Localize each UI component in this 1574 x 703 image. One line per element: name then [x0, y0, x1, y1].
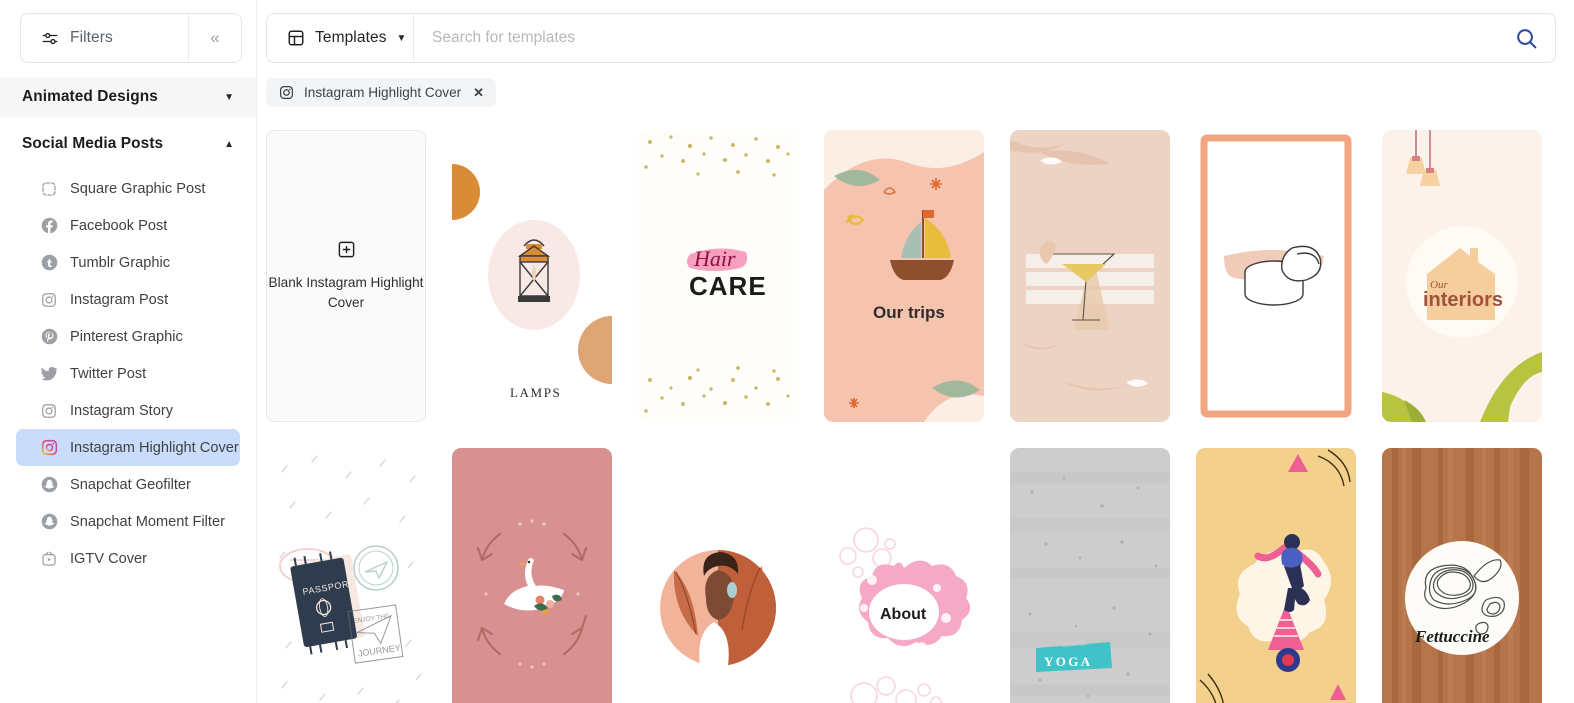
sidebar-item-tumblr-graphic[interactable]: Tumblr Graphic — [16, 244, 240, 281]
template-card-about[interactable]: About — [824, 448, 984, 703]
template-card-yoga[interactable]: YOGA — [1010, 448, 1170, 703]
card-title-our-trips: Our trips — [873, 303, 945, 322]
square-graphic-icon — [40, 180, 58, 198]
template-card-meditation[interactable]: MEDITATION — [1196, 448, 1356, 703]
search-icon[interactable] — [1509, 26, 1543, 51]
filter-chip-instagram-highlight-cover[interactable]: Instagram Highlight Cover ✕ — [266, 78, 497, 107]
grid-layout-icon — [287, 29, 305, 47]
chevron-down-icon: ▼ — [224, 91, 234, 103]
sidebar-item-square-graphic-post[interactable]: Square Graphic Post — [16, 170, 240, 207]
template-card-cream-jar[interactable] — [1196, 130, 1356, 422]
card-title-lamps: LAMPS — [510, 385, 561, 400]
sidebar-item-snapchat-moment-filter[interactable]: Snapchat Moment Filter — [16, 503, 240, 540]
search-toolbar: Templates ▼ — [266, 13, 1556, 63]
card-title-care: CARE — [689, 271, 767, 301]
filters-bar: Filters « — [20, 13, 242, 63]
sidebar-item-pinterest-graphic[interactable]: Pinterest Graphic — [16, 318, 240, 355]
sidebar-item-instagram-highlight-cover[interactable]: Instagram Highlight Cover — [16, 429, 240, 466]
snapchat-icon — [40, 476, 58, 494]
main-panel: Templates ▼ Instagram Highligh — [257, 0, 1574, 703]
igtv-icon — [40, 550, 58, 568]
sidebar-item-label: Facebook Post — [70, 217, 168, 234]
card-title-interiors: interiors — [1423, 289, 1503, 311]
sidebar-group-social-media-posts[interactable]: Social Media Posts ▲ — [0, 122, 256, 166]
sidebar-item-label: Twitter Post — [70, 365, 147, 382]
active-filter-chips: Instagram Highlight Cover ✕ — [266, 78, 1574, 107]
sidebar-item-label: Tumblr Graphic — [70, 254, 171, 271]
template-card-passport[interactable]: PASSPORT ENJOY THE JOURNEY — [266, 448, 426, 703]
snapchat-icon — [40, 513, 58, 531]
template-card-interiors[interactable]: Our interiors — [1382, 130, 1542, 422]
instagram-icon — [40, 291, 58, 309]
blank-card-label: Blank Instagram Highlight Cover — [268, 275, 424, 310]
card-title-about: About — [880, 606, 927, 623]
pinterest-icon — [40, 328, 58, 346]
template-card-woman-leaves[interactable] — [638, 448, 798, 703]
sidebar-item-label: Square Graphic Post — [70, 180, 206, 197]
twitter-icon — [40, 365, 58, 383]
search-input[interactable] — [432, 29, 1509, 47]
card-title-fettuccine: Fettuccine — [1414, 627, 1490, 646]
sidebar-item-snapchat-geofilter[interactable]: Snapchat Geofilter — [16, 466, 240, 503]
sidebar-item-instagram-story[interactable]: Instagram Story — [16, 392, 240, 429]
sidebar-item-label: IGTV Cover — [70, 550, 148, 567]
filters-label: Filters — [70, 29, 113, 46]
instagram-icon — [40, 402, 58, 420]
sidebar-item-instagram-post[interactable]: Instagram Post — [16, 281, 240, 318]
group-title: Animated Designs — [22, 88, 158, 105]
plus-square-icon — [337, 240, 356, 263]
chip-label: Instagram Highlight Cover — [304, 85, 462, 100]
chevron-down-icon: ▼ — [396, 32, 407, 44]
template-card-our-trips[interactable]: Our trips — [824, 130, 984, 422]
sidebar-item-label: Instagram Highlight Cover — [70, 439, 239, 456]
tumblr-icon — [40, 254, 58, 272]
template-card-fettuccine[interactable]: Fettuccine — [1382, 448, 1542, 703]
instagram-color-icon — [40, 439, 58, 457]
templates-label: Templates — [315, 29, 387, 46]
sidebar-item-label: Snapchat Moment Filter — [70, 513, 225, 530]
collapse-sidebar-button[interactable]: « — [189, 14, 241, 62]
chevron-up-icon: ▲ — [224, 138, 234, 150]
template-card-hair-care[interactable]: Hair CARE — [638, 130, 798, 422]
sidebar-item-label: Instagram Story — [70, 402, 174, 419]
sidebar-item-label: Snapchat Geofilter — [70, 476, 191, 493]
sidebar-item-twitter-post[interactable]: Twitter Post — [16, 355, 240, 392]
group-title: Social Media Posts — [22, 135, 164, 152]
sidebar-item-label: Instagram Post — [70, 291, 169, 308]
template-card-blank[interactable]: Blank Instagram Highlight Cover — [266, 130, 426, 422]
left-sidebar: Filters « Animated Designs ▼ Social Medi… — [0, 0, 257, 703]
template-browser: Filters « Animated Designs ▼ Social Medi… — [0, 0, 1574, 703]
sidebar-item-label: Pinterest Graphic — [70, 328, 183, 345]
search-field-wrapper — [414, 14, 1555, 62]
template-grid: Blank Instagram Highlight Cover LAMPS Ha… — [266, 130, 1574, 703]
sidebar-nav-list: Square Graphic Post Facebook Post Tumblr… — [0, 170, 256, 577]
card-title-yoga: YOGA — [1044, 654, 1093, 669]
close-icon[interactable]: ✕ — [473, 85, 484, 101]
sliders-icon — [41, 29, 59, 47]
templates-dropdown-button[interactable]: Templates ▼ — [267, 14, 414, 62]
filters-button[interactable]: Filters — [21, 14, 189, 62]
sidebar-item-igtv-cover[interactable]: IGTV Cover — [16, 540, 240, 577]
facebook-icon — [40, 217, 58, 235]
card-script-hair: Hair — [693, 246, 736, 271]
sidebar-item-facebook-post[interactable]: Facebook Post — [16, 207, 240, 244]
template-card-lamps[interactable]: LAMPS — [452, 130, 612, 422]
instagram-icon — [277, 84, 295, 102]
template-card-swan[interactable] — [452, 448, 612, 703]
sidebar-group-animated-designs[interactable]: Animated Designs ▼ — [0, 77, 256, 117]
template-card-cocktail[interactable] — [1010, 130, 1170, 422]
